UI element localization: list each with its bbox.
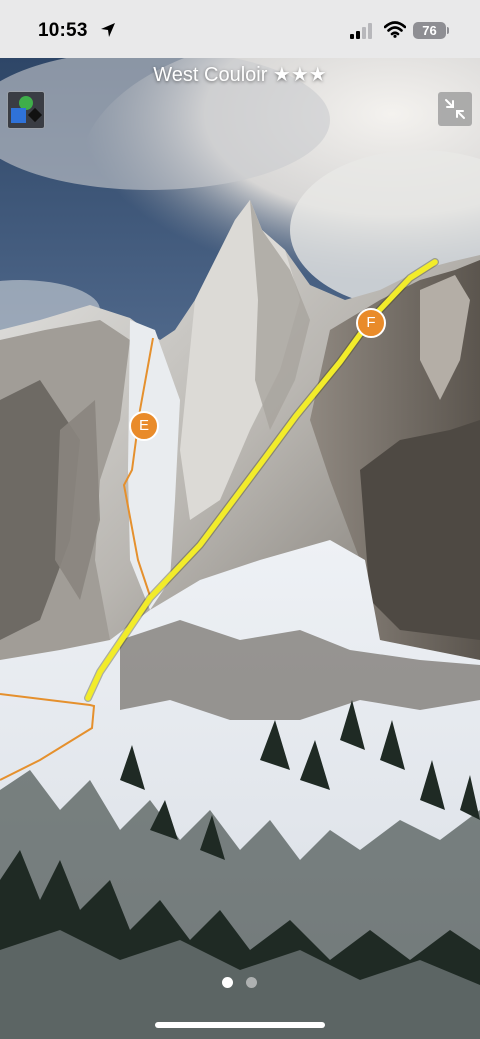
pitch-marker-f[interactable]: F [356, 308, 386, 338]
layers-icon [11, 96, 43, 123]
pitch-marker-e[interactable]: E [129, 411, 159, 441]
page-dot-active[interactable] [222, 977, 233, 988]
layers-button[interactable] [7, 91, 45, 129]
battery-tip [447, 27, 449, 34]
status-time: 10:53 [38, 20, 88, 41]
route-photo[interactable] [0, 58, 480, 1039]
status-bar: 10:53 76 [0, 0, 480, 58]
route-title: West Couloir ★★★ [153, 64, 327, 86]
cellular-signal-icon [350, 23, 372, 39]
battery-indicator: 76 [413, 22, 446, 39]
mountain-image [0, 58, 480, 1039]
home-indicator[interactable] [155, 1022, 325, 1028]
location-arrow-icon [101, 23, 115, 37]
page-dot-inactive[interactable] [246, 977, 257, 988]
collapse-button[interactable] [438, 92, 472, 126]
collapse-arrows-icon [445, 99, 465, 119]
wifi-icon [384, 21, 406, 38]
battery-level: 76 [422, 23, 437, 38]
